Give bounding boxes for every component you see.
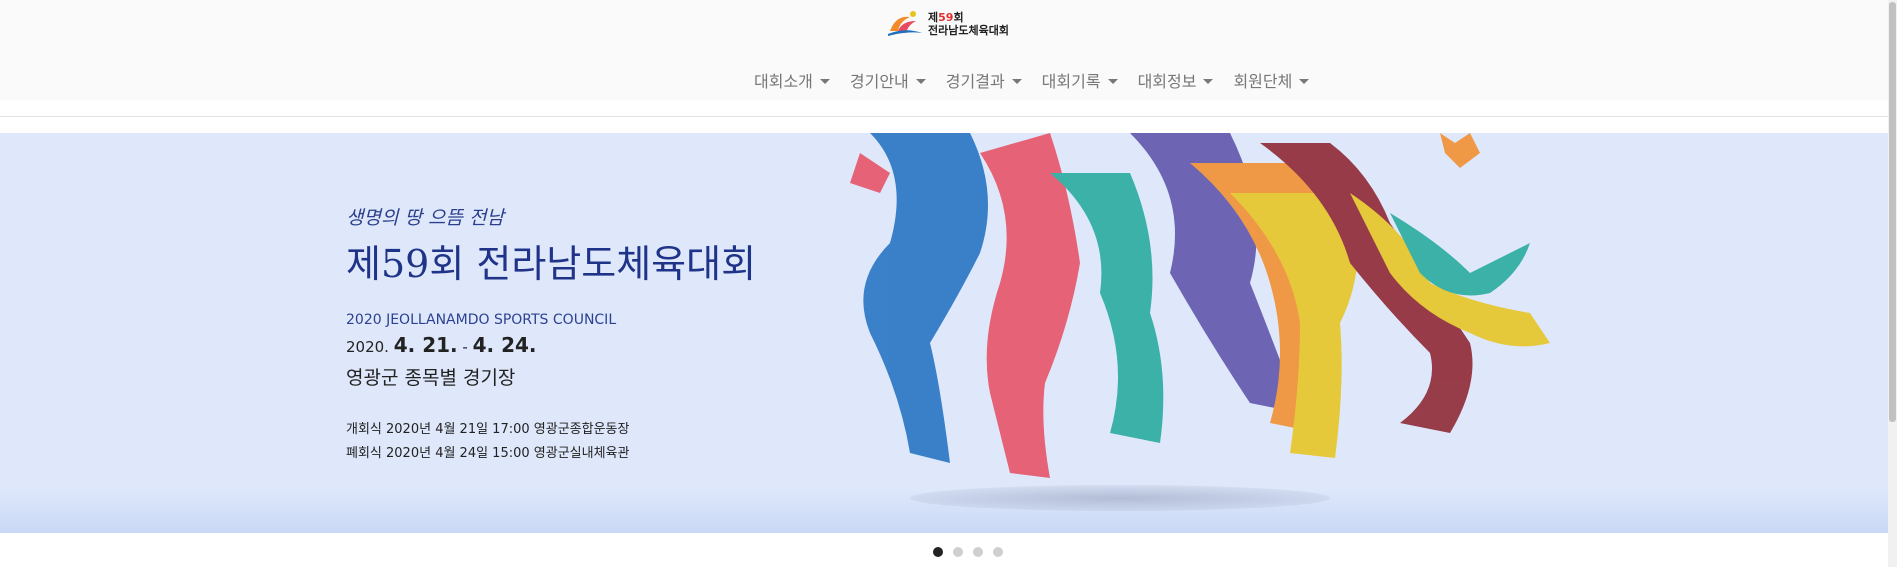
nav-item-label: 회원단체 [1233, 72, 1293, 91]
nav-item-label: 대회정보 [1137, 72, 1197, 91]
closing-ceremony: 폐회식 2020년 4월 24일 15:00 영광군실내체육관 [346, 446, 630, 461]
logo-line1-number: 59 [938, 11, 954, 24]
nav-item-label: 대회소개 [754, 72, 813, 91]
logo-wordmark: 제59회 전라남도체육대회 [928, 11, 1009, 37]
page-scrollbar[interactable] [1888, 0, 1897, 567]
runners-illustration [850, 133, 1550, 478]
caret-down-icon [819, 78, 830, 84]
banner-council: 2020 JEOLLANAMDO SPORTS COUNCIL [346, 312, 617, 328]
banner-dates: 2020. 4. 21. - 4. 24. [346, 333, 537, 357]
nav-item-results[interactable]: 경기결과 [946, 68, 1022, 92]
nav-item-label: 대회기록 [1041, 72, 1101, 91]
banner-venue: 영광군 종목별 경기장 [346, 367, 516, 389]
nav-item-label: 경기안내 [849, 72, 909, 91]
carousel-dot-4[interactable] [993, 547, 1003, 557]
caret-down-icon [1011, 78, 1022, 84]
nav-item-info[interactable]: 대회정보 [1138, 68, 1214, 92]
carousel-dot-3[interactable] [973, 547, 983, 557]
caret-down-icon [1203, 78, 1214, 84]
carousel-dot-1[interactable] [933, 547, 943, 557]
date-end: 4. 24. [472, 333, 537, 357]
carousel-indicators [933, 547, 1003, 557]
logo-line1-suffix: 회 [953, 11, 964, 24]
nav-item-about[interactable]: 대회소개 [754, 68, 830, 92]
banner-headline: 제59회 전라남도체육대회 [346, 242, 757, 286]
nav-item-member-groups[interactable]: 회원단체 [1233, 68, 1310, 92]
header-divider [0, 116, 1888, 117]
hero-banner: 생명의 땅 으뜸 전남 제59회 전라남도체육대회 2020 JEOLLANAM… [0, 133, 1888, 533]
caret-down-icon [1299, 78, 1310, 84]
date-year: 2020. [346, 338, 389, 356]
nav-item-game-guide[interactable]: 경기안내 [850, 68, 926, 92]
site-header: 제59회 전라남도체육대회 대회소개 경기안내 경기결과 대회기록 대회정보 회… [0, 0, 1897, 100]
banner-tagline: 생명의 땅 으뜸 전남 [346, 207, 504, 229]
site-logo[interactable]: 제59회 전라남도체육대회 [886, 9, 1009, 39]
nav-item-records[interactable]: 대회기록 [1042, 68, 1118, 92]
scrollbar-thumb[interactable] [1889, 2, 1896, 422]
opening-ceremony: 개회식 2020년 4월 21일 17:00 영광군종합운동장 [346, 422, 630, 437]
nav-item-label: 경기결과 [945, 72, 1005, 91]
date-separator: - [462, 338, 468, 356]
date-start: 4. 21. [393, 333, 458, 357]
main-nav: 대회소개 경기안내 경기결과 대회기록 대회정보 회원단체 [754, 68, 1310, 92]
carousel-dot-2[interactable] [953, 547, 963, 557]
logo-line1-prefix: 제 [928, 11, 939, 24]
caret-down-icon [1107, 78, 1118, 84]
logo-emblem-icon [888, 11, 922, 36]
caret-down-icon [915, 78, 926, 84]
logo-line2: 전라남도체육대회 [928, 24, 1009, 37]
